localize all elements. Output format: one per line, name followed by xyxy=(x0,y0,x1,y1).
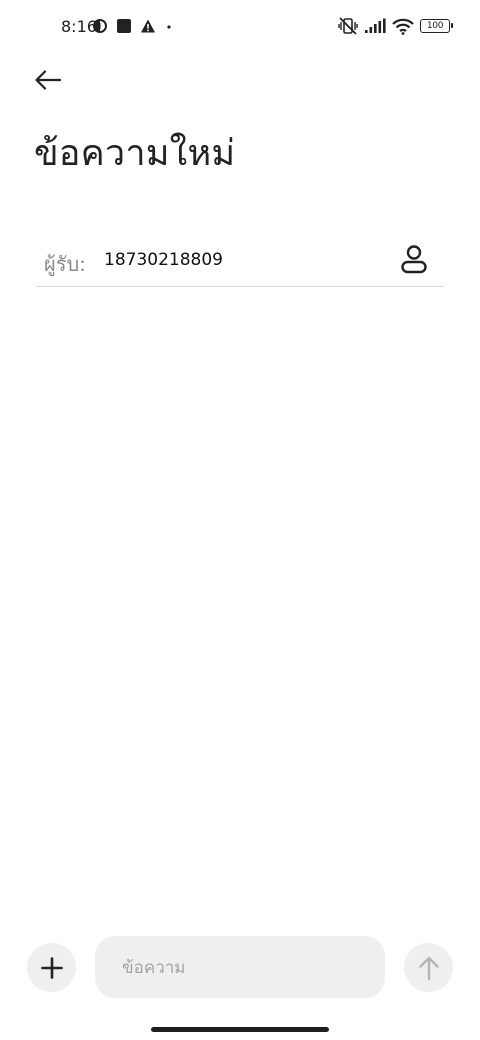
page-title: ข้อความใหม่ xyxy=(34,133,236,174)
home-indicator[interactable] xyxy=(151,1027,329,1032)
square-notification-icon xyxy=(117,19,131,33)
arrow-up-icon xyxy=(418,956,439,980)
arrow-left-icon xyxy=(35,70,62,90)
contact-picker-button[interactable] xyxy=(398,243,430,275)
status-right-icons: 100 xyxy=(338,17,453,35)
dot-icon xyxy=(167,25,171,29)
message-input[interactable] xyxy=(122,954,372,982)
message-composer xyxy=(0,935,480,999)
recipient-row: ผู้รับ: xyxy=(36,232,444,287)
wifi-icon xyxy=(392,18,414,35)
status-bar: 8:16 100 xyxy=(0,0,480,56)
message-box[interactable] xyxy=(95,936,385,998)
back-button[interactable] xyxy=(28,62,68,98)
person-icon xyxy=(401,245,427,274)
vibrate-off-icon xyxy=(338,17,358,35)
recipient-label: ผู้รับ: xyxy=(44,252,86,276)
data-saver-icon xyxy=(93,19,107,33)
battery-icon: 100 xyxy=(420,19,453,33)
status-left-icons xyxy=(92,18,174,34)
attach-button[interactable] xyxy=(27,943,76,992)
recipient-input[interactable] xyxy=(104,246,374,274)
battery-level: 100 xyxy=(426,20,444,31)
warning-icon xyxy=(141,19,155,33)
signal-icon xyxy=(365,18,386,33)
plus-icon xyxy=(40,956,63,979)
send-button[interactable] xyxy=(404,943,453,992)
